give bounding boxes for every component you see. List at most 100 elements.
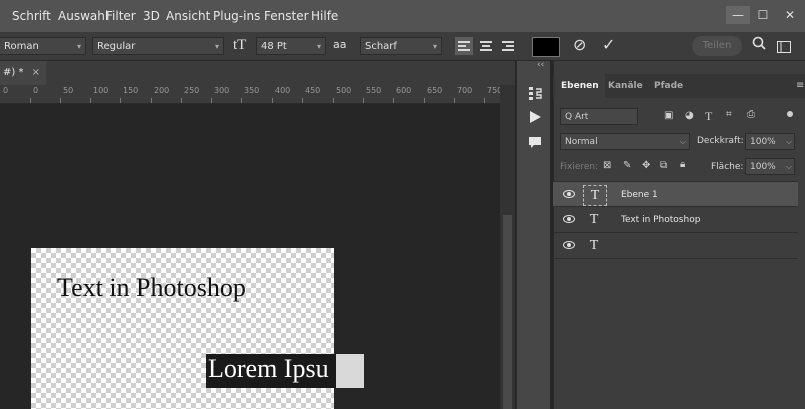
layer-filter-value: Q Art: [565, 112, 589, 122]
ruler-mark: [30, 98, 31, 103]
antialias-select[interactable]: Scharf ▾: [360, 37, 442, 55]
ruler-mark: [181, 98, 182, 103]
align-left-button[interactable]: [455, 37, 473, 55]
visibility-eye-icon[interactable]: [563, 190, 575, 198]
align-line: [458, 45, 466, 47]
ruler-tick: 100: [93, 86, 109, 95]
lock-artboard-icon[interactable]: ⧉: [660, 160, 667, 171]
ruler-mark: [454, 98, 455, 103]
selected-text-highlight[interactable]: Lorem Ipsu: [206, 354, 338, 388]
cancel-icon[interactable]: ⊘: [573, 35, 586, 54]
layer-name[interactable]: Text in Photoshop: [621, 207, 700, 233]
tab-kanaele[interactable]: Kanäle: [608, 74, 643, 98]
chevron-down-icon: ▾: [316, 42, 321, 51]
visibility-eye-icon[interactable]: [563, 241, 575, 249]
commit-icon[interactable]: ✓: [602, 35, 615, 54]
ruler-mark: [302, 98, 303, 103]
filter-toggle-icon[interactable]: [787, 111, 793, 117]
text-layer-thumbnail-icon: T: [589, 212, 599, 227]
fill-field[interactable]: 100% ⌵: [745, 158, 795, 175]
opacity-value: 100%: [750, 137, 776, 147]
image-filter-icon[interactable]: ▣: [664, 110, 673, 121]
collapse-panels-icon[interactable]: ‹‹: [537, 60, 544, 70]
ruler-mark: [60, 98, 61, 103]
text-layer-text-in-photoshop[interactable]: Text in Photoshop: [57, 273, 246, 303]
tab-pfade[interactable]: Pfade: [654, 74, 683, 98]
ruler-mark: [241, 98, 242, 103]
ruler-mark: [120, 98, 121, 103]
chevron-down-icon: ▾: [214, 42, 219, 51]
horizontal-ruler: 0 0 50 100 150 200 250 300 350 400 450 5…: [0, 85, 515, 104]
layer-name[interactable]: Ebene 1: [621, 182, 658, 208]
text-color-swatch[interactable]: [532, 37, 560, 57]
workspace-icon[interactable]: [777, 38, 791, 57]
history-icon[interactable]: [527, 86, 543, 102]
share-button[interactable]: Teilen: [692, 36, 742, 56]
menu-3d[interactable]: 3D: [143, 0, 160, 32]
lock-label: Fixieren:: [560, 162, 599, 172]
align-right-button[interactable]: [499, 37, 517, 55]
text-layer-lorem-ipsum[interactable]: Lorem Ipsu: [208, 354, 329, 384]
layer-filter-select[interactable]: Q Art: [560, 108, 638, 125]
actions-play-icon[interactable]: [527, 110, 543, 126]
layer-row-ebene-1[interactable]: T Ebene 1: [553, 181, 798, 207]
lock-transparent-icon[interactable]: ⊠: [603, 160, 611, 171]
menu-bar: Schrift Auswahl Filter 3D Ansicht Plug-i…: [0, 0, 805, 32]
chevron-down-icon: ⌵: [785, 162, 792, 171]
menu-fenster[interactable]: Fenster: [264, 0, 309, 32]
lock-position-icon[interactable]: ✥: [642, 160, 650, 171]
menu-schrift[interactable]: Schrift: [12, 0, 51, 32]
align-line: [480, 49, 492, 51]
adjustment-filter-icon[interactable]: ◕: [685, 110, 694, 121]
opacity-label: Deckkraft:: [697, 136, 744, 146]
align-center-button[interactable]: [477, 37, 495, 55]
document-tab-title: #) *: [3, 67, 24, 78]
menu-auswahl[interactable]: Auswahl: [58, 0, 108, 32]
minimize-button[interactable]: —: [726, 6, 750, 24]
menu-hilfe[interactable]: Hilfe: [311, 0, 338, 32]
ruler-tick: 300: [214, 86, 230, 95]
shape-filter-icon[interactable]: ⌗: [726, 109, 732, 120]
chevron-down-icon: ⌵: [679, 137, 686, 146]
blend-mode-select[interactable]: Normal ⌵: [560, 133, 690, 150]
ruler-mark: [333, 98, 334, 103]
font-size-select[interactable]: 48 Pt ▾: [256, 37, 326, 55]
font-style-select[interactable]: Regular ▾: [92, 37, 224, 55]
close-window-button[interactable]: ✕: [778, 6, 802, 24]
menu-plugins[interactable]: Plug-ins: [213, 0, 260, 32]
text-edit-box[interactable]: [336, 354, 364, 388]
lock-all-icon[interactable]: 🔒︎: [680, 159, 685, 170]
lock-pixels-icon[interactable]: ✎: [623, 160, 631, 171]
opacity-field[interactable]: 100% ⌵: [745, 133, 795, 150]
scrollbar-thumb[interactable]: [503, 215, 512, 409]
menu-ansicht[interactable]: Ansicht: [166, 0, 210, 32]
align-line: [506, 45, 514, 47]
font-family-select[interactable]: Roman ▾: [0, 37, 86, 55]
panel-menu-icon[interactable]: ≡: [796, 80, 804, 91]
comments-icon[interactable]: [527, 136, 543, 152]
ruler-mark: [151, 98, 152, 103]
smartobject-filter-icon[interactable]: ⎙: [747, 109, 755, 120]
chevron-down-icon: ▾: [432, 42, 437, 51]
type-filter-icon[interactable]: T: [705, 109, 712, 124]
layer-row-text-in-photoshop[interactable]: T Text in Photoshop: [553, 207, 798, 233]
tab-ebenen[interactable]: Ebenen: [555, 74, 605, 98]
ruler-tick: 350: [244, 86, 260, 95]
ruler-tick: 400: [275, 86, 291, 95]
visibility-eye-icon[interactable]: [563, 215, 575, 223]
search-icon[interactable]: [752, 36, 766, 54]
ruler-tick: 250: [184, 86, 200, 95]
document-tab[interactable]: #) * ×: [0, 61, 46, 85]
align-line: [458, 41, 470, 43]
close-tab-icon[interactable]: ×: [32, 67, 40, 78]
antialias-icon: aa: [333, 38, 347, 51]
ruler-mark: [211, 98, 212, 103]
document-tab-bar: [0, 61, 515, 85]
ruler-tick: 150: [123, 86, 139, 95]
ruler-tick: 0: [33, 86, 39, 95]
maximize-button[interactable]: ☐: [751, 6, 775, 24]
ruler-tick: 700: [457, 86, 473, 95]
ruler-tick: 600: [396, 86, 412, 95]
layer-row-untitled-text[interactable]: T: [553, 233, 798, 259]
menu-filter[interactable]: Filter: [106, 0, 136, 32]
